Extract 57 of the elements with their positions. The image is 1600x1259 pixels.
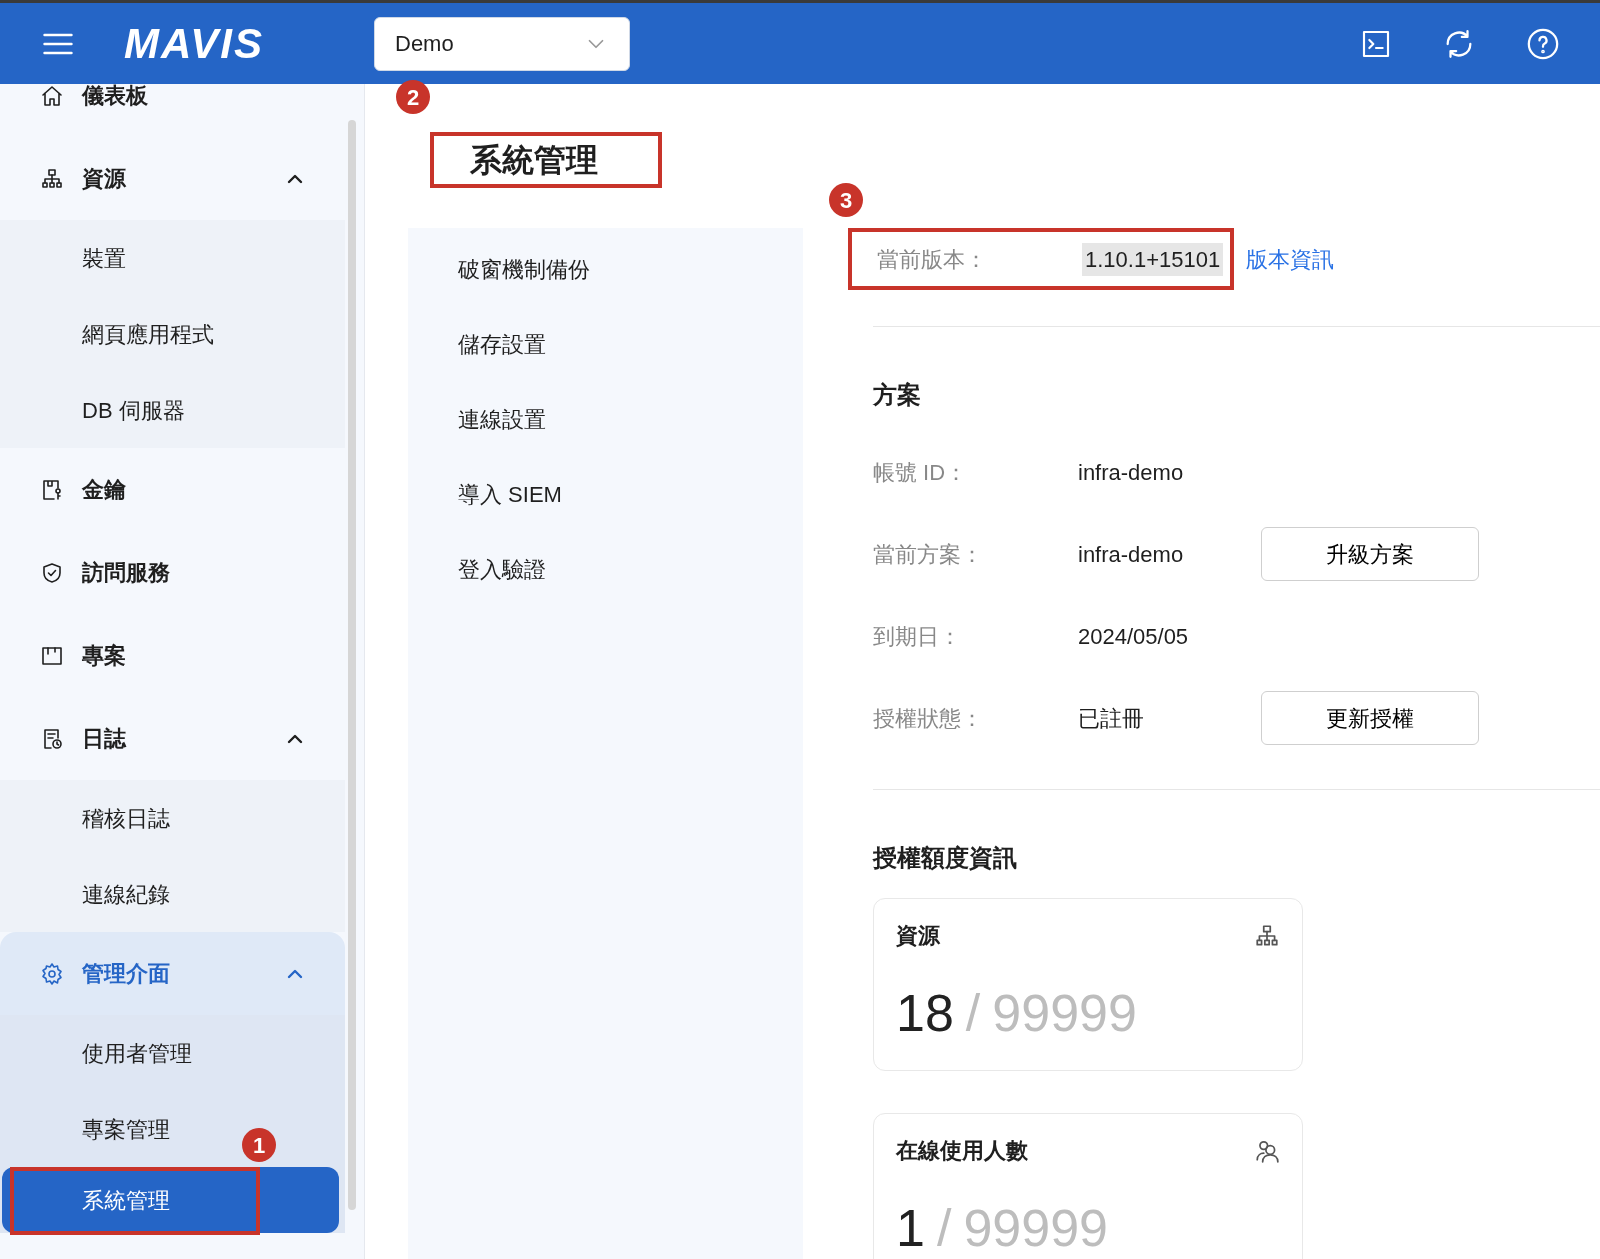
settings-icon (40, 961, 64, 986)
submenu-item[interactable]: 導入 SIEM (408, 457, 803, 532)
sidebar-subitem[interactable]: 網頁應用程式 (82, 317, 214, 351)
version-info-link[interactable]: 版本資訊 (1246, 242, 1334, 276)
submenu-item[interactable]: 連線設置 (408, 382, 803, 457)
section-heading: 方案 (873, 380, 922, 410)
field-label: 當前版本： (877, 245, 988, 274)
card-title: 在線使用人數 (896, 1137, 1028, 1165)
used-count: 1 (896, 1198, 925, 1259)
separator: / (936, 1198, 952, 1259)
logo: MAVIS (124, 19, 265, 69)
network-icon (1254, 922, 1280, 949)
document-key-icon (40, 477, 64, 502)
field-label: 帳號 ID： (873, 458, 969, 487)
sidebar-subitem[interactable]: 稽核日誌 (82, 801, 170, 835)
field-value: infra-demo (1078, 540, 1185, 569)
field-label: 到期日： (873, 622, 962, 651)
sidebar-item[interactable]: 儀表板 (0, 84, 345, 137)
annotation-marker: 2 (396, 80, 430, 114)
sidebar-subitem[interactable]: 裝置 (82, 241, 126, 275)
network-icon (40, 166, 64, 191)
separator: / (965, 983, 981, 1044)
shield-check-icon (40, 560, 64, 585)
section-heading: 授權額度資訊 (873, 843, 1018, 873)
field-value: 2024/05/05 (1078, 622, 1190, 651)
sidebar-item[interactable]: 管理介面 (0, 932, 345, 1015)
field-value: infra-demo (1078, 458, 1185, 487)
sidebar-subitem[interactable]: 專案管理 (82, 1112, 170, 1146)
total-count: 99999 (963, 1198, 1108, 1259)
submenu-item[interactable]: 登入驗證 (408, 532, 803, 607)
scrollbar[interactable] (348, 120, 356, 1210)
annotation-marker: 3 (829, 183, 863, 217)
sidebar-subitem[interactable]: 系統管理 (2, 1167, 339, 1233)
sidebar-item[interactable]: 資源 (0, 137, 345, 220)
sidebar-subitem[interactable]: 連線紀錄 (82, 877, 170, 911)
sidebar-item[interactable]: 專案 (0, 614, 345, 697)
field-value: 已註冊 (1078, 704, 1145, 733)
action-button[interactable]: 升級方案 (1261, 527, 1479, 581)
sidebar-item[interactable]: 日誌 (0, 697, 345, 780)
total-count: 99999 (992, 983, 1137, 1044)
page-title: 系統管理 (430, 132, 662, 188)
action-button[interactable]: 更新授權 (1261, 691, 1479, 745)
workspace-dropdown[interactable]: Demo (374, 16, 630, 71)
field-label: 當前方案： (873, 540, 984, 569)
version-value: 1.10.1+15101 (1082, 242, 1224, 276)
used-count: 18 (896, 983, 954, 1044)
workspace-value: Demo (395, 30, 454, 58)
submenu-item[interactable]: 破窗機制備份 (408, 232, 803, 307)
sidebar-item[interactable]: 訪問服務 (0, 531, 345, 614)
card-title: 資源 (896, 922, 940, 950)
help-icon[interactable] (1526, 26, 1560, 61)
sidebar-subitem[interactable]: DB 伺服器 (82, 393, 185, 427)
field-label: 授權狀態： (873, 704, 984, 733)
house-icon (40, 84, 64, 108)
sidebar-item[interactable]: 金鑰 (0, 448, 345, 531)
sidebar-subitem[interactable]: 使用者管理 (82, 1036, 192, 1070)
submenu-item[interactable]: 儲存設置 (408, 307, 803, 382)
